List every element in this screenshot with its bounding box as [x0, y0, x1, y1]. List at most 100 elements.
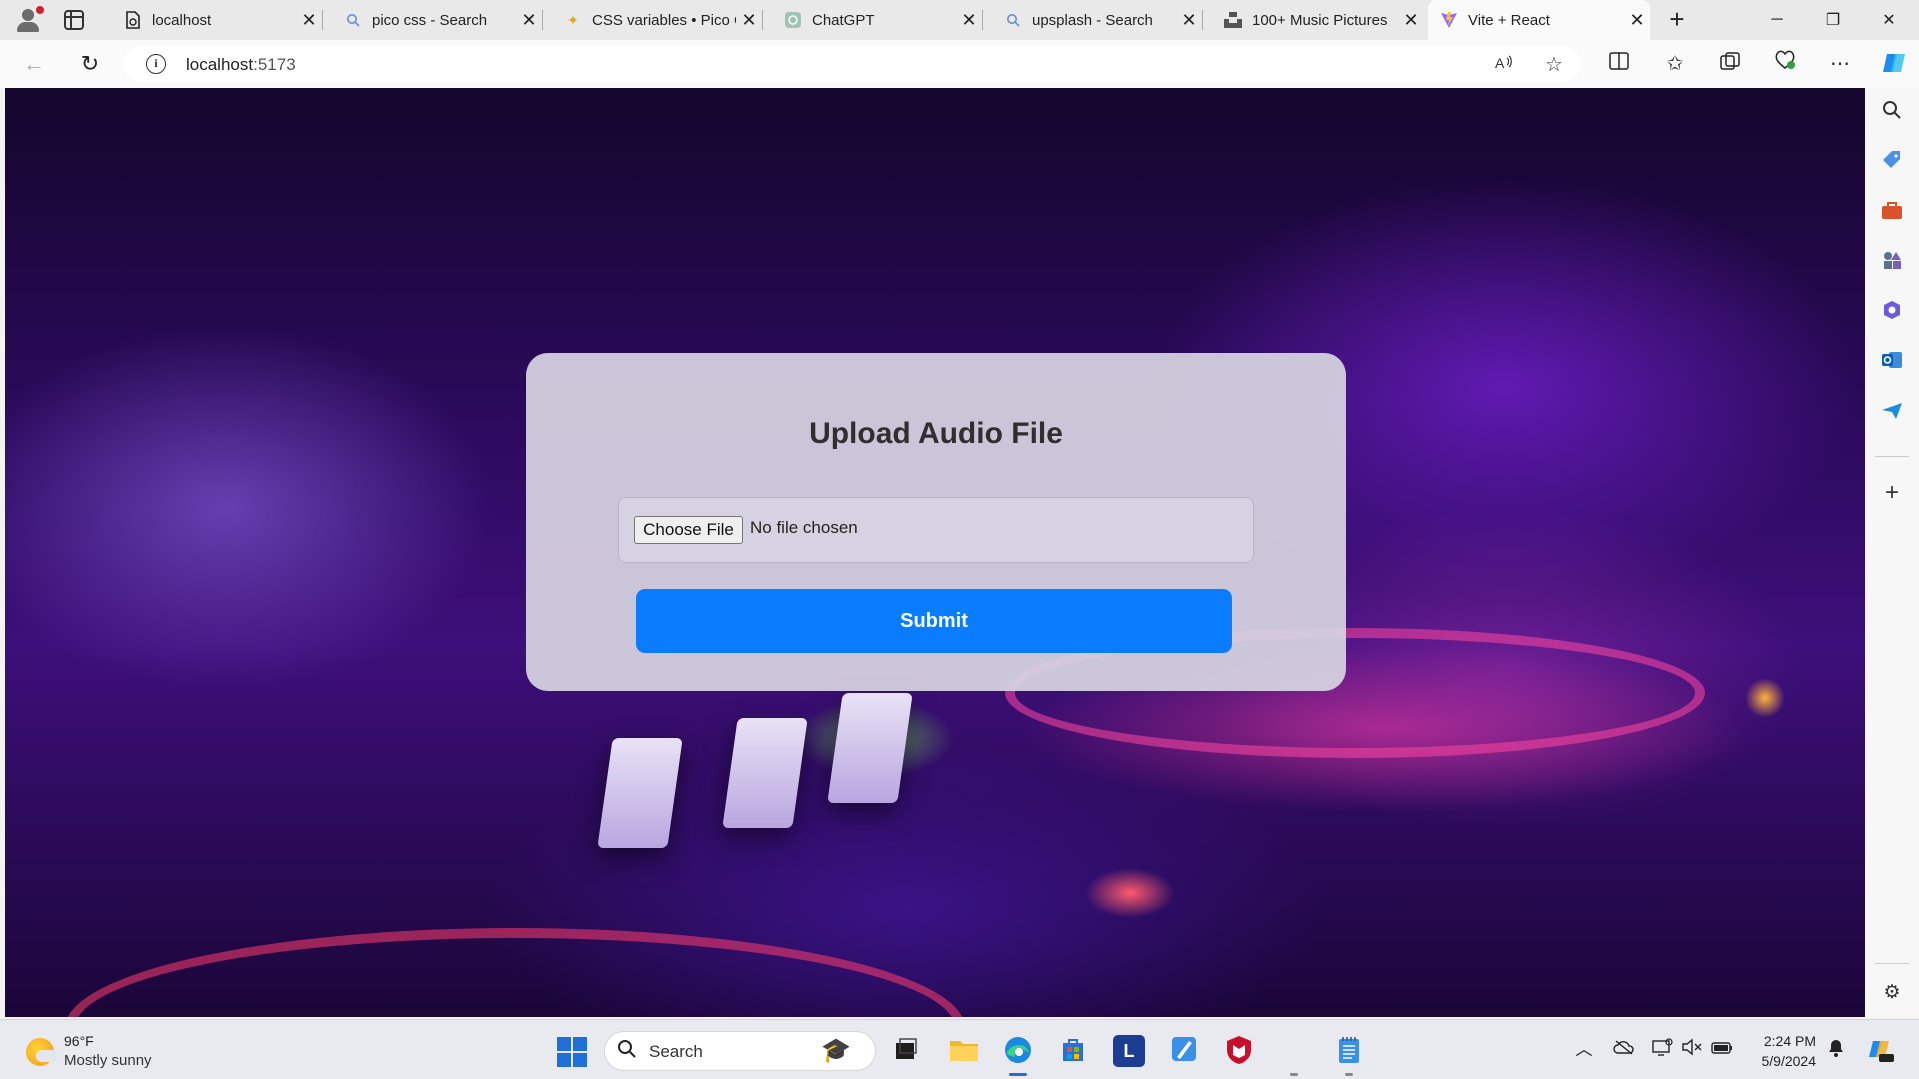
tab-actions-icon[interactable]: [64, 10, 84, 30]
notepad-icon[interactable]: [1333, 1035, 1365, 1067]
read-aloud-icon[interactable]: A: [1492, 53, 1516, 77]
microsoft-store-icon[interactable]: [1057, 1035, 1089, 1067]
tab-title: upsplash - Search: [1032, 11, 1153, 29]
microsoft-365-icon[interactable]: [1877, 300, 1907, 330]
close-tab-icon[interactable]: ✕: [516, 10, 542, 31]
edge-icon[interactable]: [1002, 1035, 1034, 1067]
graduation-cap-icon: 🎓: [821, 1037, 851, 1064]
chatgpt-icon: [784, 11, 802, 29]
tab-title: localhost: [152, 11, 212, 29]
favorites-icon[interactable]: ✩: [1661, 50, 1689, 78]
task-view-icon[interactable]: [890, 1035, 922, 1067]
tab-divider: [1202, 10, 1203, 30]
copilot-preview-icon[interactable]: [1866, 1038, 1896, 1062]
sidebar-divider: [1875, 456, 1909, 457]
url-host: localhost: [186, 55, 254, 74]
tab-localhost[interactable]: localhost ✕: [112, 0, 323, 40]
collections-icon[interactable]: [1716, 50, 1744, 78]
start-button[interactable]: [557, 1037, 587, 1067]
file-input[interactable]: Choose File No file chosen: [618, 497, 1254, 563]
close-tab-icon[interactable]: ✕: [1176, 10, 1202, 31]
tab-pico-search[interactable]: pico css - Search ✕: [332, 0, 543, 40]
app-running-indicator: [1290, 1073, 1298, 1076]
restore-icon[interactable]: ❐: [1810, 0, 1856, 40]
focus-assist-icon[interactable]: [1824, 1038, 1848, 1062]
network-icon[interactable]: [1650, 1038, 1674, 1062]
tab-divider: [982, 10, 983, 30]
browser-toolbar: ← ↻ i localhost:5173 A ☆ ✩ ⋯: [0, 40, 1919, 88]
back-icon[interactable]: ←: [20, 50, 48, 78]
edge-sidebar: + ⚙: [1865, 88, 1919, 1017]
tab-upsplash-search[interactable]: upsplash - Search ✕: [992, 0, 1203, 40]
app-running-indicator: [1345, 1073, 1353, 1076]
volume-muted-icon[interactable]: [1680, 1038, 1704, 1062]
red-knob-light: [1085, 868, 1175, 918]
page-icon: [124, 11, 142, 29]
battery-icon[interactable]: [1710, 1038, 1734, 1062]
address-bar[interactable]: i localhost:5173 A ☆: [124, 46, 1580, 82]
shopping-tag-icon[interactable]: [1877, 150, 1907, 180]
tab-pico-css-variables[interactable]: ✦ CSS variables • Pico CSS ✕: [552, 0, 763, 40]
file-status-text: No file chosen: [750, 518, 858, 537]
games-icon[interactable]: [1877, 250, 1907, 280]
close-tab-icon[interactable]: ✕: [956, 10, 982, 31]
cloud-icon: [36, 1050, 58, 1062]
taskbar-search[interactable]: Search 🎓: [604, 1031, 876, 1071]
pen-app-icon[interactable]: [1168, 1035, 1200, 1067]
search-icon: [1004, 11, 1022, 29]
tab-music-pictures[interactable]: 100+ Music Pictures ✕: [1212, 0, 1424, 40]
tab-divider: [762, 10, 763, 30]
search-icon: [617, 1039, 637, 1065]
mcafee-icon[interactable]: [1223, 1035, 1255, 1067]
pico-icon: ✦: [567, 11, 579, 28]
tab-title: CSS variables • Pico CSS: [592, 11, 736, 29]
sidebar-search-icon[interactable]: [1877, 100, 1907, 130]
mixer-fader: [722, 718, 808, 828]
taskbar-search-label: Search: [649, 1042, 703, 1061]
tab-vite-react[interactable]: Vite + React ✕: [1428, 0, 1650, 40]
windows-taskbar: 96°F Mostly sunny Search 🎓 L ︿ 2:24 PM 5…: [0, 1019, 1919, 1079]
tab-title: pico css - Search: [372, 11, 488, 29]
sidebar-divider: [1875, 963, 1909, 964]
tools-briefcase-icon[interactable]: [1877, 200, 1907, 230]
amber-light: [1745, 678, 1785, 718]
profile-avatar[interactable]: [14, 6, 44, 34]
send-drop-icon[interactable]: [1877, 400, 1907, 430]
tab-chatgpt[interactable]: ChatGPT ✕: [772, 0, 983, 40]
mixer-fader: [827, 693, 913, 803]
more-options-icon[interactable]: ⋯: [1826, 50, 1854, 78]
onedrive-icon[interactable]: [1612, 1038, 1636, 1062]
browser-essentials-icon[interactable]: [1771, 50, 1799, 78]
close-tab-icon[interactable]: ✕: [736, 10, 762, 31]
app-l-icon[interactable]: L: [1113, 1035, 1145, 1067]
close-window-icon[interactable]: ✕: [1866, 0, 1912, 40]
url-text[interactable]: localhost:5173: [186, 55, 296, 75]
url-port: :5173: [253, 55, 296, 74]
refresh-icon[interactable]: ↻: [76, 50, 104, 78]
new-tab-icon[interactable]: +: [1663, 6, 1691, 34]
minimize-icon[interactable]: ─: [1754, 0, 1800, 40]
tab-divider: [542, 10, 543, 30]
avatar-head: [22, 9, 34, 21]
submit-button[interactable]: Submit: [636, 589, 1232, 653]
clock-date[interactable]: 5/9/2024: [1740, 1053, 1817, 1069]
svg-text:A: A: [1495, 55, 1505, 71]
file-explorer-icon[interactable]: [948, 1035, 980, 1067]
page-title: Upload Audio File: [809, 417, 1063, 450]
windows-logo-tile: [557, 1037, 571, 1051]
add-sidebar-app-icon[interactable]: +: [1877, 478, 1907, 508]
split-screen-icon[interactable]: [1605, 50, 1633, 78]
copilot-icon[interactable]: [1880, 50, 1908, 78]
favorite-star-icon[interactable]: ☆: [1542, 53, 1566, 77]
tab-title: Vite + React: [1468, 11, 1550, 29]
close-tab-icon[interactable]: ✕: [1398, 10, 1424, 31]
notification-dot: [36, 6, 44, 14]
clock-time[interactable]: 2:24 PM: [1740, 1033, 1816, 1049]
close-tab-icon[interactable]: ✕: [296, 10, 322, 31]
close-tab-icon[interactable]: ✕: [1624, 10, 1650, 31]
site-info-icon[interactable]: i: [146, 54, 166, 74]
outlook-icon[interactable]: [1877, 350, 1907, 380]
sidebar-settings-icon[interactable]: ⚙: [1877, 978, 1907, 1008]
show-hidden-icons-chevron-icon[interactable]: ︿: [1572, 1038, 1596, 1062]
choose-file-button[interactable]: Choose File: [634, 516, 743, 544]
